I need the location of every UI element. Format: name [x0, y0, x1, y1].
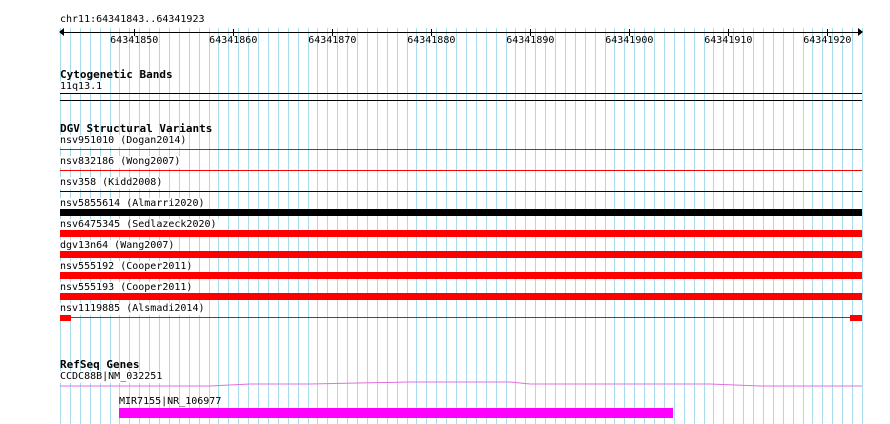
- track-separator: [60, 100, 862, 101]
- gene-label[interactable]: MIR7155|NR_106977: [119, 396, 221, 408]
- variant-bar[interactable]: [60, 149, 862, 150]
- ruler-tick-label: 64341870: [308, 35, 357, 46]
- ruler-tick-label: 64341920: [803, 35, 852, 46]
- refseq-genes-track-title: RefSeq Genes: [60, 358, 140, 371]
- variant-bar[interactable]: [60, 251, 862, 258]
- genome-browser-view: chr11:64341843..64341923 64341850 6434186…: [0, 0, 890, 424]
- ruler-tick-label: 64341880: [407, 35, 456, 46]
- ruler-tick-label: 64341900: [605, 35, 654, 46]
- variant-bar[interactable]: [60, 293, 862, 300]
- cytoband-label[interactable]: 11q13.1: [60, 81, 105, 93]
- variant-block-right[interactable]: [850, 315, 862, 321]
- ruler-tick-label: 64341850: [110, 35, 159, 46]
- ruler-tick-label: 64341890: [506, 35, 555, 46]
- variant-bar[interactable]: [60, 170, 862, 171]
- ruler-right-arrow-icon: [858, 28, 863, 36]
- dgv-track-title: DGV Structural Variants: [60, 122, 213, 135]
- variant-bar[interactable]: [60, 191, 862, 192]
- ruler-left-arrow-icon: [59, 28, 64, 36]
- variant-label[interactable]: nsv951010 (Dogan2014): [60, 135, 189, 147]
- region-location-label: chr11:64341843..64341923: [60, 14, 205, 25]
- variant-block-left[interactable]: [60, 315, 71, 321]
- cytogenetic-bands-track-title: Cytogenetic Bands: [60, 68, 173, 81]
- ruler-tick-label: 64341860: [209, 35, 258, 46]
- ruler-line: [60, 32, 862, 33]
- gene-bar-mir7155[interactable]: [119, 408, 673, 418]
- variant-label[interactable]: nsv832186 (Wong2007): [60, 156, 183, 168]
- coordinate-ruler[interactable]: 64341850 64341860 64341870 64341880 64341890…: [59, 26, 863, 48]
- variant-bar[interactable]: [60, 272, 862, 279]
- variant-bar[interactable]: [60, 230, 862, 237]
- gene-structure-ccdc88b[interactable]: [60, 378, 862, 390]
- variant-label[interactable]: nsv358 (Kidd2008): [60, 177, 165, 189]
- cytoband-bar[interactable]: [60, 93, 862, 94]
- ruler-tick-label: 64341910: [704, 35, 753, 46]
- variant-label[interactable]: nsv1119885 (Alsmadi2014): [60, 303, 207, 315]
- variant-bar[interactable]: [60, 317, 862, 318]
- variant-bar[interactable]: [60, 209, 862, 216]
